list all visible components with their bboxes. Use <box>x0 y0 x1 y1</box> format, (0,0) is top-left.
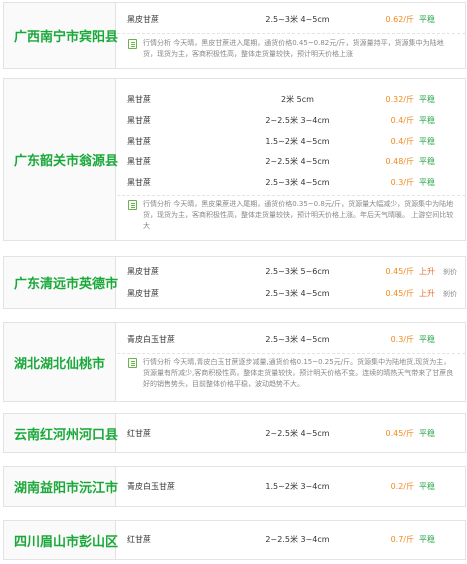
product-price: 0.32/斤 <box>385 95 414 104</box>
price-row: 黑皮甘蔗 2.5~3米 5~6cm 0.45/斤 上升 刹价 <box>117 262 465 282</box>
product-price: 0.45/斤 <box>385 289 414 298</box>
price-row: 红甘蔗 2~2.5米 3~4cm 0.7/斤 平稳 <box>117 530 465 550</box>
product-spec: 2.5~3米 4~5cm <box>265 15 330 24</box>
price-trend: 平稳 <box>419 335 435 344</box>
product-price: 0.4/斤 <box>390 137 414 146</box>
product-name: 黑甘蔗 <box>127 157 151 166</box>
row-divider <box>117 195 465 196</box>
product-name: 红甘蔗 <box>127 535 151 544</box>
market-analysis: 行情分析 今天晴，黑皮果蔗进入尾期，通货价格0.35~0.8元/斤，货源量大幅减… <box>117 197 465 234</box>
region-name[interactable]: 湖北湖北仙桃市 <box>4 323 116 401</box>
product-price: 0.2/斤 <box>390 482 414 491</box>
price-row: 黑皮甘蔗 2.5~3米 4~5cm 0.45/斤 上升 刹价 <box>117 284 465 304</box>
document-icon <box>128 358 137 368</box>
product-name: 黑皮甘蔗 <box>127 267 159 276</box>
product-name: 黑甘蔗 <box>127 116 151 125</box>
product-price: 0.48/斤 <box>385 157 414 166</box>
region-name[interactable]: 广西南宁市宾阳县 <box>4 3 118 68</box>
price-trend: 平稳 <box>419 178 435 187</box>
product-spec: 2~2.5米 3~4cm <box>265 535 330 544</box>
product-name: 红甘蔗 <box>127 429 151 438</box>
price-trend: 平稳 <box>419 157 435 166</box>
analysis-text: 行情分析 今天晴，黑皮果蔗进入尾期，通货价格0.35~0.8元/斤，货源量大幅减… <box>143 200 454 230</box>
price-trend: 平稳 <box>419 535 435 544</box>
market-card: 广东韶关市翁源县 黑甘蔗 2米 5cm 0.32/斤 平稳 黑甘蔗 2~2.5米… <box>3 78 466 241</box>
product-name: 青皮白玉甘蔗 <box>127 482 175 491</box>
document-icon <box>128 39 137 49</box>
market-card: 广西南宁市宾阳县 黑皮甘蔗 2.5~3米 4~5cm 0.62/斤 平稳 行情分… <box>3 2 466 69</box>
price-row: 黑皮甘蔗 2.5~3米 4~5cm 0.62/斤 平稳 <box>117 10 465 30</box>
price-trend: 平稳 <box>419 429 435 438</box>
price-trend: 平稳 <box>419 482 435 491</box>
analysis-text: 行情分析 今天晴,青皮白玉甘蔗逐步减量,通货价格0.15~0.25元/斤。货源集… <box>143 358 454 388</box>
price-trend: 上升 <box>419 289 435 298</box>
market-card: 四川眉山市彭山区 红甘蔗 2~2.5米 3~4cm 0.7/斤 平稳 <box>3 520 466 560</box>
market-card: 云南红河州河口县 红甘蔗 2~2.5米 4~5cm 0.45/斤 平稳 <box>3 413 466 453</box>
product-price: 0.3/斤 <box>390 335 414 344</box>
product-name: 黑皮甘蔗 <box>127 289 159 298</box>
product-spec: 2.5~3米 5~6cm <box>265 267 330 276</box>
product-name: 黑甘蔗 <box>127 95 151 104</box>
price-row: 红甘蔗 2~2.5米 4~5cm 0.45/斤 平稳 <box>117 424 465 444</box>
product-price: 0.62/斤 <box>385 15 414 24</box>
product-price: 0.45/斤 <box>385 267 414 276</box>
product-name: 黑甘蔗 <box>127 178 151 187</box>
product-spec: 2~2.5米 4~5cm <box>265 157 330 166</box>
price-note[interactable]: 刹价 <box>443 262 457 282</box>
price-row: 青皮白玉甘蔗 1.5~2米 3~4cm 0.2/斤 平稳 <box>117 477 465 497</box>
region-name[interactable]: 广东清远市英德市 <box>4 257 118 308</box>
product-spec: 2.5~3米 4~5cm <box>265 178 330 187</box>
price-row: 黑甘蔗 2米 5cm 0.32/斤 平稳 <box>117 90 465 110</box>
product-spec: 1.5~2米 3~4cm <box>265 482 330 491</box>
price-trend: 平稳 <box>419 137 435 146</box>
price-trend: 平稳 <box>419 95 435 104</box>
product-spec: 2~2.5米 3~4cm <box>265 116 330 125</box>
price-note[interactable]: 刹价 <box>443 284 457 304</box>
region-name[interactable]: 广东韶关市翁源县 <box>4 79 118 240</box>
product-price: 0.7/斤 <box>390 535 414 544</box>
market-card: 湖北湖北仙桃市 青皮白玉甘蔗 2.5~3米 4~5cm 0.3/斤 平稳 行情分… <box>3 322 466 402</box>
product-spec: 1.5~2米 4~5cm <box>265 137 330 146</box>
product-name: 青皮白玉甘蔗 <box>127 335 175 344</box>
product-spec: 2.5~3米 4~5cm <box>265 289 330 298</box>
price-trend: 平稳 <box>419 116 435 125</box>
price-row: 黑甘蔗 2~2.5米 3~4cm 0.4/斤 平稳 <box>117 111 465 131</box>
market-card: 广东清远市英德市 黑皮甘蔗 2.5~3米 5~6cm 0.45/斤 上升 刹价 … <box>3 256 466 309</box>
row-divider <box>117 33 465 34</box>
price-row: 黑甘蔗 2.5~3米 4~5cm 0.3/斤 平稳 <box>117 173 465 193</box>
price-row: 黑甘蔗 2~2.5米 4~5cm 0.48/斤 平稳 <box>117 152 465 172</box>
market-card: 湖南益阳市沅江市 青皮白玉甘蔗 1.5~2米 3~4cm 0.2/斤 平稳 <box>3 466 466 507</box>
analysis-text: 行情分析 今天晴，黑皮甘蔗进入尾期，通货价格0.45~0.82元/斤，货源量持平… <box>143 39 444 58</box>
product-name: 黑甘蔗 <box>127 137 151 146</box>
region-name[interactable]: 四川眉山市彭山区 <box>4 521 118 559</box>
product-price: 0.4/斤 <box>390 116 414 125</box>
market-analysis: 行情分析 今天晴,青皮白玉甘蔗逐步减量,通货价格0.15~0.25元/斤。货源集… <box>117 355 465 392</box>
market-analysis: 行情分析 今天晴，黑皮甘蔗进入尾期，通货价格0.45~0.82元/斤，货源量持平… <box>117 36 465 62</box>
product-price: 0.45/斤 <box>385 429 414 438</box>
product-name: 黑皮甘蔗 <box>127 15 159 24</box>
product-spec: 2~2.5米 4~5cm <box>265 429 330 438</box>
document-icon <box>128 200 137 210</box>
row-divider <box>117 353 465 354</box>
price-trend: 上升 <box>419 267 435 276</box>
price-trend: 平稳 <box>419 15 435 24</box>
product-price: 0.3/斤 <box>390 178 414 187</box>
price-row: 黑甘蔗 1.5~2米 4~5cm 0.4/斤 平稳 <box>117 132 465 152</box>
product-spec: 2米 5cm <box>281 95 314 104</box>
price-row: 青皮白玉甘蔗 2.5~3米 4~5cm 0.3/斤 平稳 <box>117 330 465 350</box>
region-name[interactable]: 湖南益阳市沅江市 <box>4 467 118 506</box>
product-spec: 2.5~3米 4~5cm <box>265 335 330 344</box>
region-name[interactable]: 云南红河州河口县 <box>4 414 118 452</box>
